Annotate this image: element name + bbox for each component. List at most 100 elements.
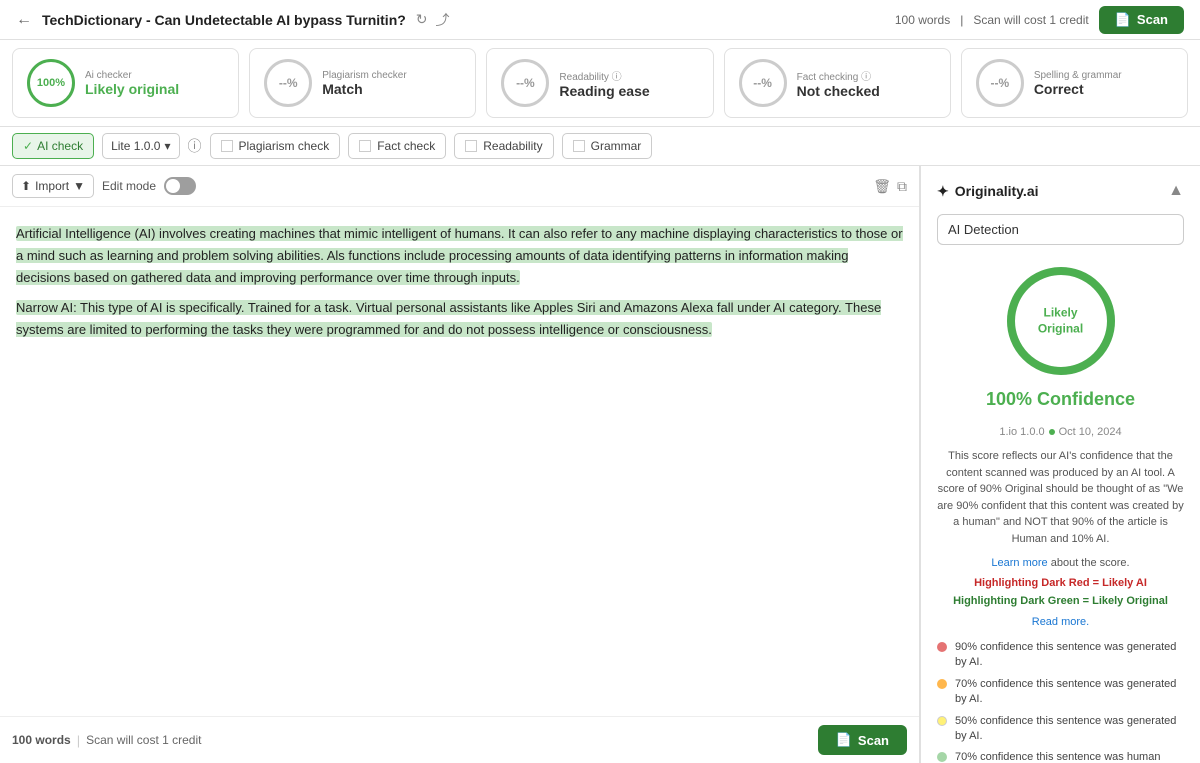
edit-mode-toggle[interactable] (164, 177, 196, 195)
highlight-legend-green: Highlighting Dark Green = Likely Origina… (937, 595, 1184, 607)
spelling-circle: --% (976, 59, 1024, 107)
plagiarism-info: Plagiarism checker Match (322, 70, 406, 97)
right-panel: ✦ Originality.ai ▲ AI Detection Plagiari… (920, 166, 1200, 763)
fact-check-circle: --% (739, 59, 787, 107)
grammar-btn-label: Grammar (591, 139, 642, 153)
spelling-info: Spelling & grammar Correct (1034, 70, 1122, 97)
share-icon[interactable]: ⤴ (436, 10, 450, 30)
collapse-button[interactable]: ▲ (1168, 182, 1184, 200)
sentence-text-1: 70% confidence this sentence was generat… (955, 677, 1184, 708)
toggle-knob (166, 179, 180, 193)
plagiarism-value: Match (322, 81, 406, 97)
confidence-percent: 100% Confidence (986, 389, 1135, 410)
circle-label-line1: Likely (1038, 305, 1083, 321)
scan-btn-icon: 📄 (1115, 12, 1131, 28)
chevron-down-icon: ▾ (164, 139, 170, 153)
check-icon: ✓ (23, 139, 33, 153)
editor-toolbar-right: 🗑 ⧉ (873, 178, 907, 195)
version-line: 1.io 1.0.0 Oct 10, 2024 (937, 426, 1184, 438)
version-label: Lite 1.0.0 (111, 139, 160, 153)
learn-more-line: Learn more about the score. (937, 557, 1184, 569)
upload-icon: ⬆ (21, 179, 31, 193)
ai-check-button[interactable]: ✓ AI check (12, 133, 94, 159)
readability-button[interactable]: Readability (454, 133, 553, 159)
metric-ai-checker[interactable]: 100% Ai checker Likely original (12, 48, 239, 118)
spelling-label: Spelling & grammar (1034, 70, 1122, 81)
sentence-item-3: 70% confidence this sentence was human w… (937, 750, 1184, 763)
word-count-bottom: 100 words (12, 733, 71, 747)
ai-checker-label: Ai checker (85, 70, 179, 81)
metric-spelling[interactable]: --% Spelling & grammar Correct (961, 48, 1188, 118)
cost-info-bottom: Scan will cost 1 credit (86, 733, 201, 747)
plagiarism-check-label: Plagiarism check (239, 139, 330, 153)
info-icon[interactable]: ⓘ (188, 136, 202, 156)
refresh-icon[interactable]: ↻ (416, 10, 428, 30)
panel-title: ✦ Originality.ai (937, 183, 1039, 200)
readability-label: Readability ⓘ (559, 68, 649, 83)
metric-fact-check[interactable]: --% Fact checking ⓘ Not checked (724, 48, 951, 118)
word-count-top: 100 words (895, 13, 950, 27)
ai-checker-value: Likely original (85, 81, 179, 97)
sentence-dot-2 (937, 716, 947, 726)
separator: | (77, 733, 80, 748)
sentence-list: 90% confidence this sentence was generat… (937, 640, 1184, 763)
plagiarism-checkbox-icon (221, 140, 233, 152)
fact-check-btn-label: Fact check (377, 139, 435, 153)
delete-button[interactable]: 🗑 (873, 178, 891, 195)
top-bar-icons: ↻ ⤴ (416, 10, 450, 30)
metric-plagiarism[interactable]: --% Plagiarism checker Match (249, 48, 476, 118)
top-bar: ← TechDictionary - Can Undetectable AI b… (0, 0, 1200, 40)
back-button[interactable]: ← (16, 11, 32, 29)
import-label: Import (35, 179, 69, 193)
highlight-span-2: Narrow AI: This type of AI is specifical… (16, 300, 881, 337)
editor-toolbar-left: ⬆ Import ▼ Edit mode (12, 174, 196, 198)
fact-check-label: Fact checking ⓘ (797, 68, 880, 83)
readability-value: Reading ease (559, 83, 649, 99)
ai-check-label: AI check (37, 139, 83, 153)
circle-label-line2: Original (1038, 321, 1083, 337)
editor-toolbar: ⬆ Import ▼ Edit mode 🗑 ⧉ (0, 166, 919, 207)
scan-button-bottom[interactable]: 📄 Scan (818, 725, 907, 755)
spelling-value: Correct (1034, 81, 1122, 97)
import-chevron-icon: ▼ (73, 179, 85, 193)
fact-check-value: Not checked (797, 83, 880, 99)
page-title: TechDictionary - Can Undetectable AI byp… (42, 12, 406, 28)
detection-select[interactable]: AI Detection Plagiarism Readability (937, 214, 1184, 245)
cost-info-top: | (960, 13, 963, 27)
toolbar: ✓ AI check Lite 1.0.0 ▾ ⓘ Plagiarism che… (0, 127, 1200, 166)
editor-paragraph-2: Narrow AI: This type of AI is specifical… (16, 297, 903, 341)
scan-cost-top: Scan will cost 1 credit (973, 13, 1088, 27)
read-more-link[interactable]: Read more. (1032, 616, 1089, 628)
learn-more-suffix: about the score. (1051, 557, 1130, 569)
metrics-row: 100% Ai checker Likely original --% Plag… (0, 40, 1200, 127)
highlight-red-text: Highlighting Dark Red = Likely AI (974, 577, 1147, 589)
version-text: 1.io 1.0.0 (999, 426, 1044, 438)
fact-check-button[interactable]: Fact check (348, 133, 446, 159)
sentence-item-0: 90% confidence this sentence was generat… (937, 640, 1184, 671)
scan-button-top[interactable]: 📄 Scan (1099, 6, 1184, 34)
editor-paragraph-1: Artificial Intelligence (AI) involves cr… (16, 223, 903, 289)
scan-bottom-icon: 📄 (836, 732, 852, 748)
dot-separator (1049, 429, 1055, 435)
learn-more-link[interactable]: Learn more (991, 557, 1047, 569)
import-button[interactable]: ⬆ Import ▼ (12, 174, 94, 198)
fact-check-checkbox-icon (359, 140, 371, 152)
editor-content[interactable]: Artificial Intelligence (AI) involves cr… (0, 207, 919, 716)
readability-info: Readability ⓘ Reading ease (559, 68, 649, 99)
metric-readability[interactable]: --% Readability ⓘ Reading ease (486, 48, 713, 118)
version-button[interactable]: Lite 1.0.0 ▾ (102, 133, 179, 159)
sentence-dot-3 (937, 752, 947, 762)
panel-description: This score reflects our AI's confidence … (937, 448, 1184, 547)
plagiarism-label: Plagiarism checker (322, 70, 406, 81)
confidence-circle-text: Likely Original (1038, 305, 1083, 336)
highlight-span-1: Artificial Intelligence (AI) involves cr… (16, 226, 903, 285)
plagiarism-check-button[interactable]: Plagiarism check (210, 133, 341, 159)
copy-button[interactable]: ⧉ (897, 178, 907, 195)
top-bar-right: 100 words | Scan will cost 1 credit 📄 Sc… (895, 6, 1184, 34)
main-layout: ⬆ Import ▼ Edit mode 🗑 ⧉ Artificial Inte… (0, 166, 1200, 763)
edit-mode-label: Edit mode (102, 179, 156, 193)
date-text: Oct 10, 2024 (1059, 426, 1122, 438)
sentence-item-1: 70% confidence this sentence was generat… (937, 677, 1184, 708)
sentence-text-2: 50% confidence this sentence was generat… (955, 714, 1184, 745)
grammar-button[interactable]: Grammar (562, 133, 653, 159)
